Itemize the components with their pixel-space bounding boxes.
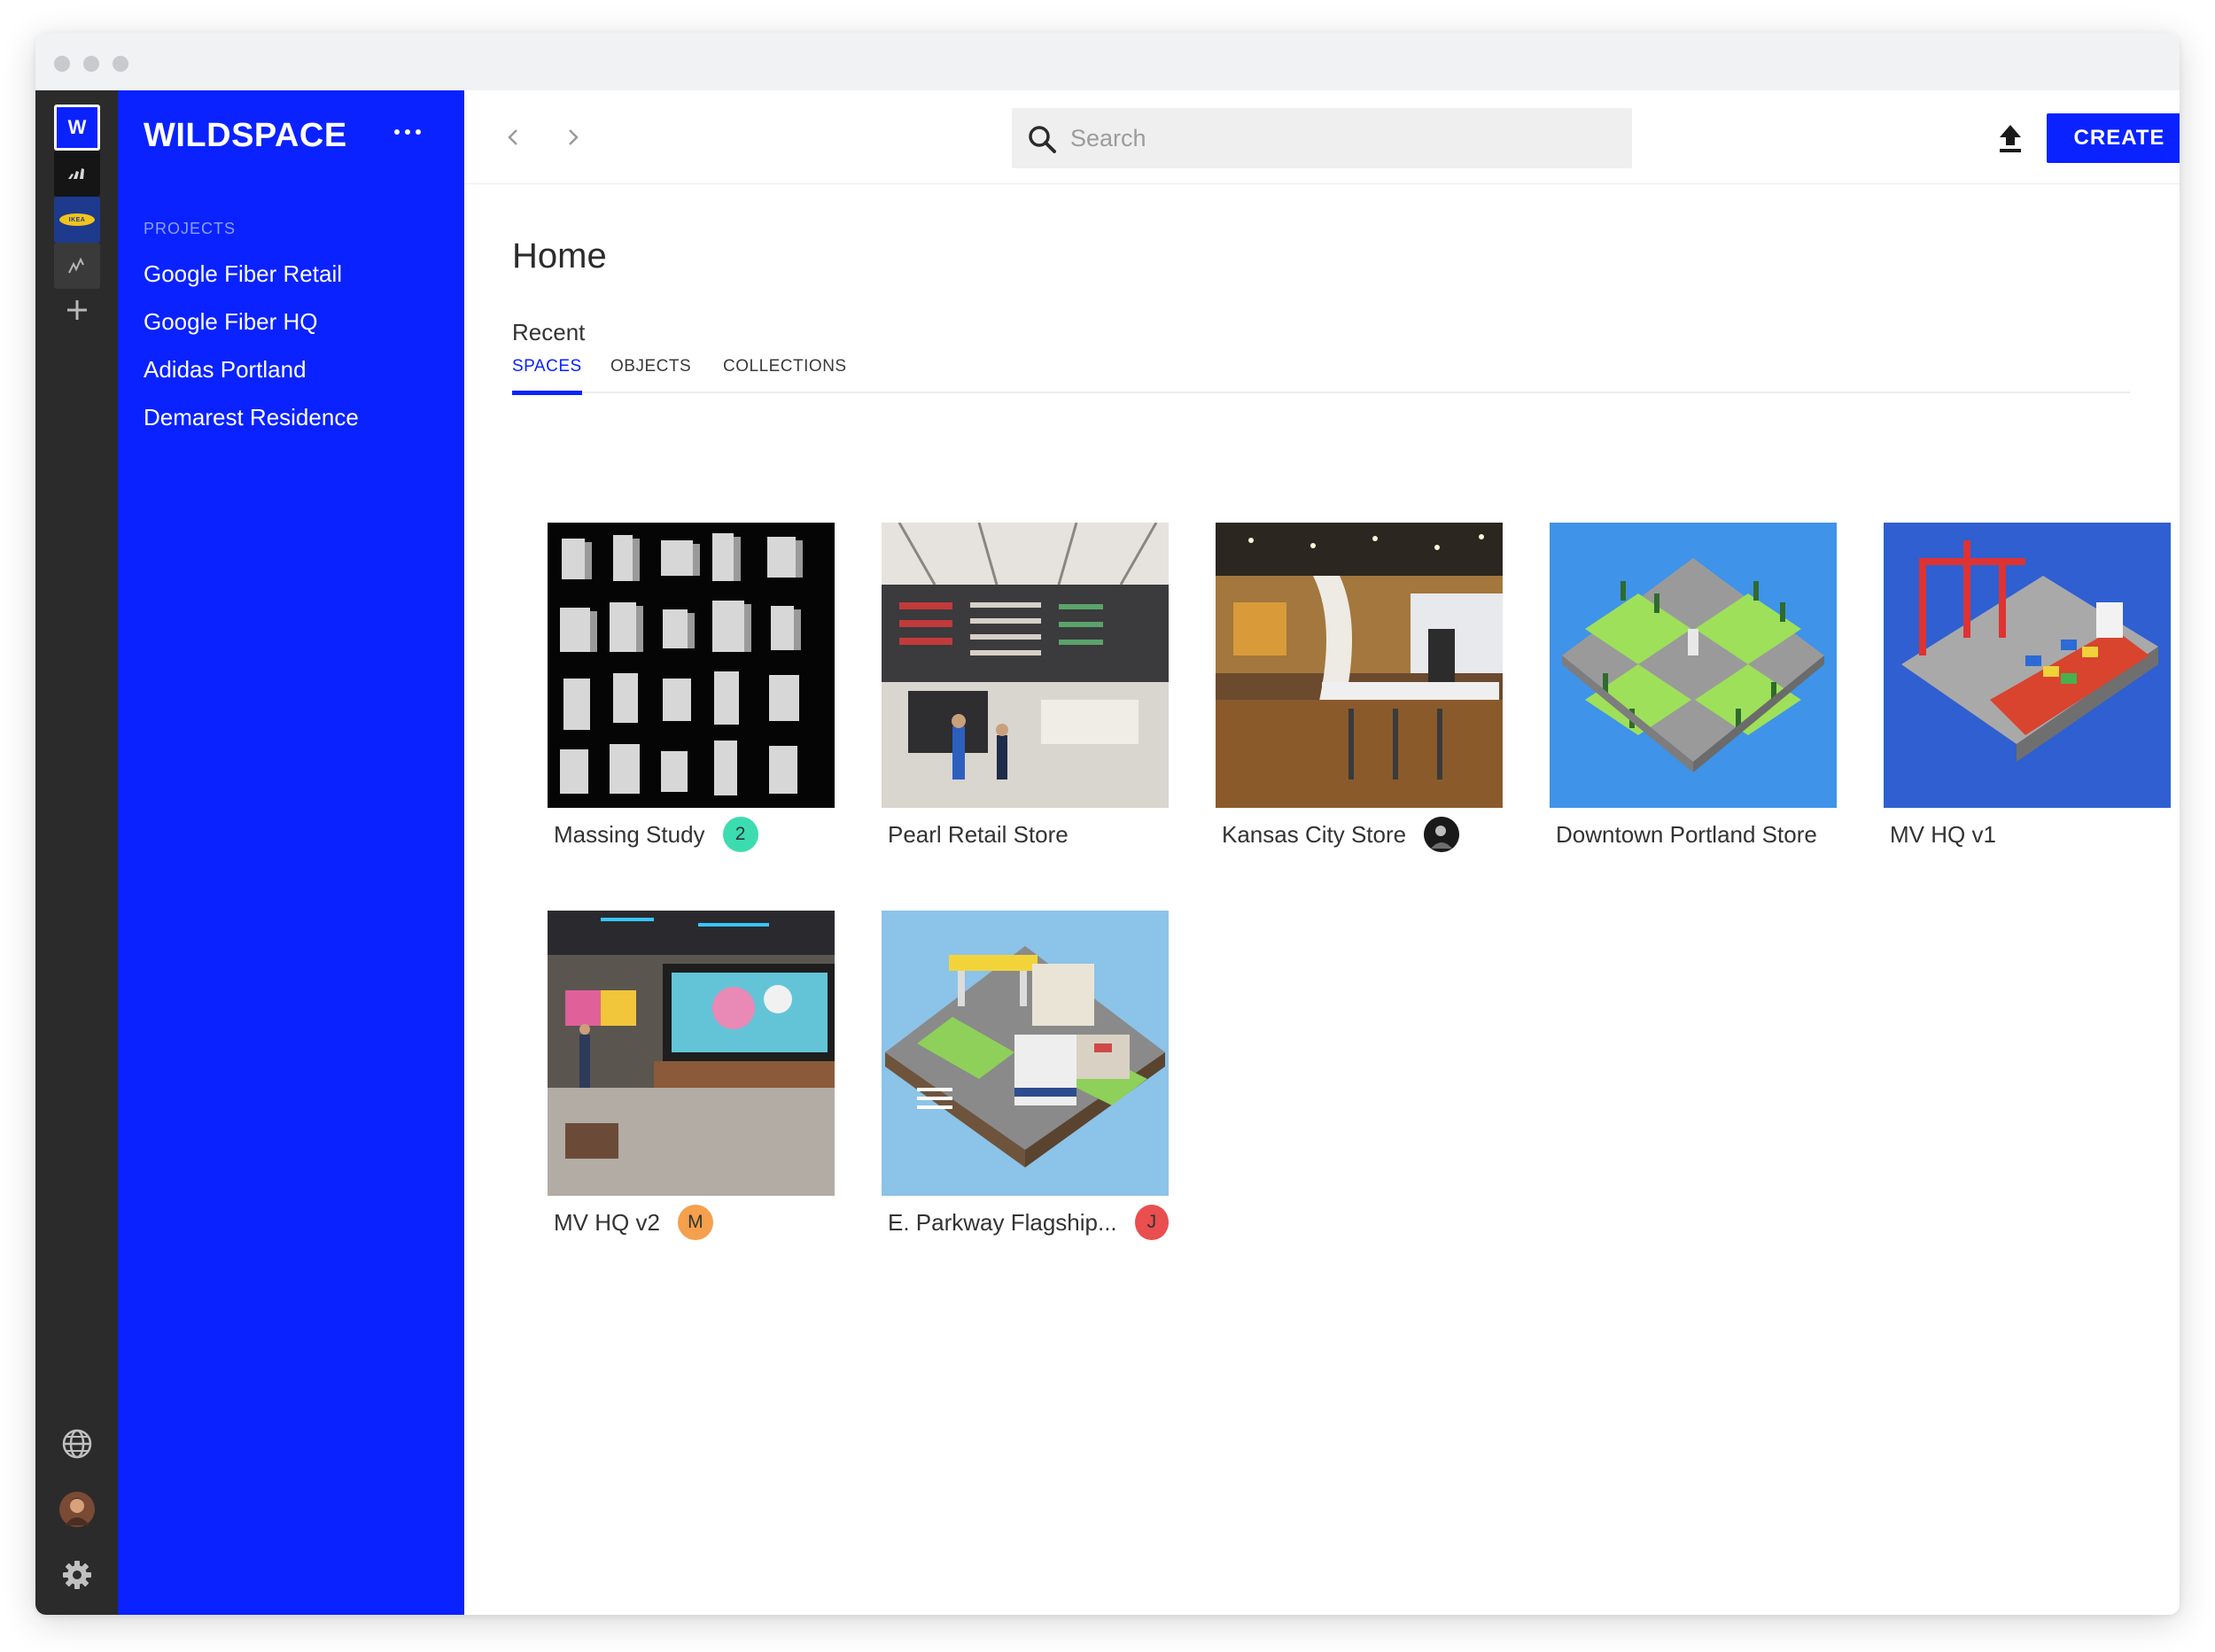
brand-title[interactable]: WILDSPACE xyxy=(144,117,347,155)
project-item-demarest-residence[interactable]: Demarest Residence xyxy=(144,402,359,450)
mv-hq-v2-thumbnail[interactable] xyxy=(548,911,835,1196)
page-title: Home xyxy=(512,237,607,275)
search-icon xyxy=(1029,126,1056,153)
card-title: Kansas City Store xyxy=(1222,820,1407,848)
forward-arrow-icon[interactable] xyxy=(560,124,587,151)
globe-icon[interactable] xyxy=(54,1421,100,1467)
collaborator-initial-badge: J xyxy=(1134,1205,1169,1240)
workspace-logo-letter: W xyxy=(67,116,87,138)
create-button[interactable]: CREATE xyxy=(2047,113,2180,163)
add-workspace-icon[interactable] xyxy=(54,287,100,333)
back-arrow-icon[interactable] xyxy=(500,124,526,151)
tab-collections[interactable]: COLLECTIONS xyxy=(723,354,847,393)
project-item-google-fiber-retail[interactable]: Google Fiber Retail xyxy=(144,259,359,306)
card-title: Downtown Portland Store xyxy=(1556,820,1817,848)
upload-icon[interactable] xyxy=(1995,122,2025,154)
card-title: MV HQ v1 xyxy=(1890,820,1996,848)
workspace-rail: W IKEA xyxy=(35,90,118,1615)
search-input[interactable] xyxy=(1070,108,1602,168)
card-title: E. Parkway Flagship... xyxy=(888,1208,1117,1236)
space-card-downtown-portland-store[interactable]: Downtown Portland Store xyxy=(1550,523,1837,861)
tab-spaces[interactable]: SPACES xyxy=(512,354,582,395)
space-card-e-parkway-flagship[interactable]: E. Parkway Flagship... J xyxy=(882,911,1169,1249)
search-bar[interactable] xyxy=(1012,108,1632,168)
downtown-portland-store-thumbnail[interactable] xyxy=(1550,523,1837,808)
window-minimize-dot[interactable] xyxy=(83,56,99,72)
content-tabs: SPACES OBJECTS COLLECTIONS xyxy=(512,354,2130,395)
projects-heading: PROJECTS xyxy=(144,220,237,237)
wildspace-workspace-logo[interactable]: W xyxy=(54,105,100,151)
space-card-mv-hq-v2[interactable]: MV HQ v2 M xyxy=(548,911,835,1249)
card-title: Pearl Retail Store xyxy=(888,820,1069,848)
massing-study-thumbnail[interactable] xyxy=(548,523,835,808)
ikea-logo-text: IKEA xyxy=(68,216,86,223)
tab-objects[interactable]: OBJECTS xyxy=(610,354,691,393)
kansas-city-store-thumbnail[interactable] xyxy=(1216,523,1503,808)
collaborator-avatar xyxy=(1424,817,1460,852)
app-window: W IKEA WILDSPACE PROJECTS Google Fiber R… xyxy=(35,33,2180,1615)
space-card-massing-study[interactable]: Massing Study 2 xyxy=(548,523,835,861)
project-item-adidas-portland[interactable]: Adidas Portland xyxy=(144,354,359,402)
top-bar: CREATE xyxy=(464,90,2180,184)
mv-hq-v1-thumbnail[interactable] xyxy=(1884,523,2171,808)
window-zoom-dot[interactable] xyxy=(113,56,128,72)
window-close-dot[interactable] xyxy=(54,56,70,72)
e-parkway-flagship-thumbnail[interactable] xyxy=(882,911,1169,1196)
user-avatar[interactable] xyxy=(54,1486,100,1532)
project-list: Google Fiber Retail Google Fiber HQ Adid… xyxy=(144,259,359,450)
adidas-workspace-icon[interactable] xyxy=(54,151,100,197)
window-titlebar xyxy=(35,33,2180,90)
card-title: MV HQ v2 xyxy=(554,1208,660,1236)
card-title: Massing Study xyxy=(554,820,705,848)
ikea-workspace-icon[interactable]: IKEA xyxy=(54,197,100,243)
pearl-retail-store-thumbnail[interactable] xyxy=(882,523,1169,808)
project-sidebar: WILDSPACE PROJECTS Google Fiber Retail G… xyxy=(118,90,464,1615)
collaborator-count-badge: 2 xyxy=(722,817,758,852)
line-workspace-icon[interactable] xyxy=(54,243,100,289)
project-item-google-fiber-hq[interactable]: Google Fiber HQ xyxy=(144,306,359,354)
recent-section-title: Recent xyxy=(512,319,586,345)
space-card-mv-hq-v1[interactable]: MV HQ v1 xyxy=(1884,523,2171,861)
main-content: CREATE Home Recent SPACES OBJECTS COLLEC… xyxy=(464,90,2180,1615)
space-card-pearl-retail-store[interactable]: Pearl Retail Store xyxy=(882,523,1169,861)
settings-gear-icon[interactable] xyxy=(54,1552,100,1598)
more-options-icon[interactable] xyxy=(394,129,421,135)
space-card-kansas-city-store[interactable]: Kansas City Store xyxy=(1216,523,1503,861)
collaborator-initial-badge: M xyxy=(677,1205,713,1240)
